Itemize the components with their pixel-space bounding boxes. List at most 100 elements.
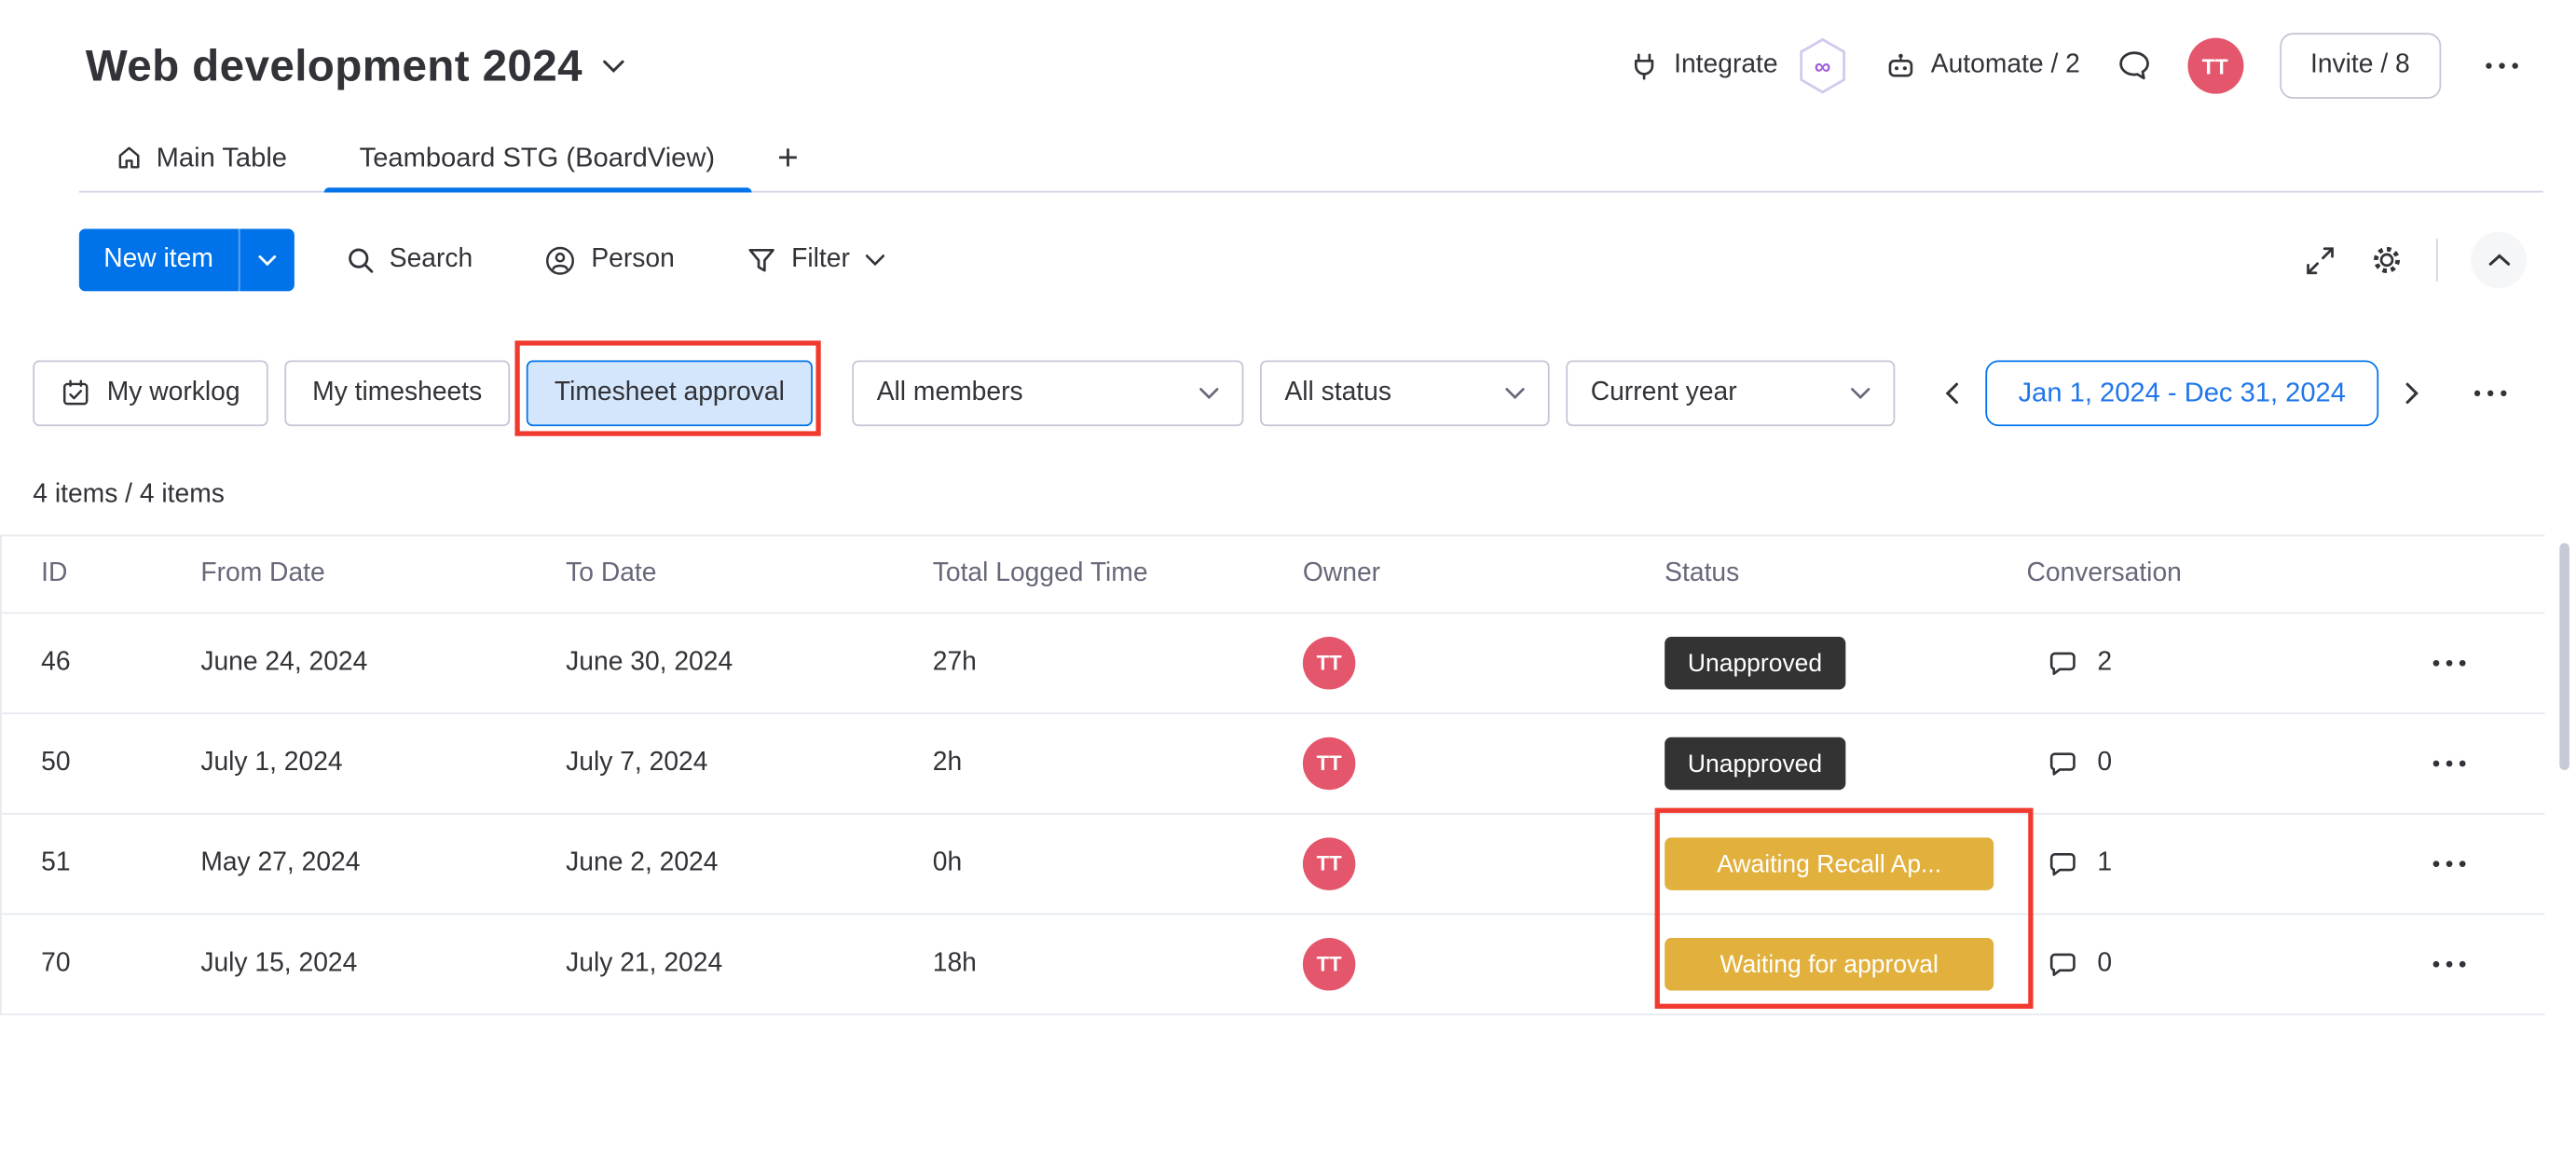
integrate-icon [1628,50,1660,82]
row-more-menu[interactable] [2405,658,2544,668]
tab-main-table-label: Main Table [156,142,287,172]
new-item-dropdown[interactable] [238,228,295,292]
row-more-menu[interactable] [2405,859,2544,869]
row-more-menu[interactable] [2405,959,2544,970]
cell-to-date: June 2, 2024 [566,848,719,877]
filter-button[interactable]: Filter [726,232,906,288]
header-more-menu[interactable] [2477,54,2527,77]
column-header-to-date[interactable]: To Date [566,559,933,589]
filter-label: Filter [791,244,850,273]
cell-from-date: July 1, 2024 [200,749,343,778]
column-header-total-logged-time[interactable]: Total Logged Time [933,559,1303,589]
status-dropdown[interactable]: All status [1259,360,1550,427]
cell-id: 70 [41,949,71,978]
my-worklog-label: My worklog [106,378,240,406]
table-header-row: ID From Date To Date Total Logged Time O… [1,536,2545,614]
conversation-bubble-icon[interactable] [2048,750,2077,778]
items-count: 4 items / 4 items [33,480,225,509]
members-dropdown-value: All members [876,378,1023,406]
owner-avatar[interactable]: TT [1302,837,1356,890]
chevron-down-icon [1851,388,1870,400]
new-item-button[interactable]: New item [78,228,295,292]
cell-to-date: July 7, 2024 [566,749,708,778]
invite-button[interactable]: Invite / 8 [2279,33,2442,99]
cell-total-logged: 18h [932,949,977,978]
cell-id: 46 [41,648,71,677]
table-row[interactable]: 50 July 1, 2024 July 7, 2024 2h TT Unapp… [1,714,2545,815]
timesheet-approval-button[interactable]: Timesheet approval [526,360,813,427]
table-row[interactable]: 70 July 15, 2024 July 21, 2024 18h TT Wa… [1,915,2545,1016]
cell-from-date: May 27, 2024 [200,848,361,877]
cell-id: 51 [41,848,71,877]
search-icon [345,245,375,275]
board-title-chevron-icon[interactable] [602,59,625,74]
table-row[interactable]: 46 June 24, 2024 June 30, 2024 27h TT Un… [1,613,2545,715]
integrate-button[interactable]: Integrate ∞ [1628,36,1849,96]
calendar-check-icon [61,379,90,408]
column-header-id[interactable]: ID [2,559,201,589]
owner-avatar[interactable]: TT [1302,737,1356,791]
gear-icon[interactable] [2370,243,2403,276]
vertical-scrollbar[interactable] [2559,543,2569,771]
search-label: Search [389,244,473,273]
column-header-from-date[interactable]: From Date [200,559,566,589]
conversation-bubble-icon[interactable] [2048,950,2077,978]
board-tabs: Main Table Teamboard STG (BoardView) + [78,125,2543,193]
members-dropdown[interactable]: All members [852,360,1244,427]
my-timesheets-button[interactable]: My timesheets [284,360,511,427]
toolbar-divider [2435,238,2438,282]
cell-to-date: June 30, 2024 [566,648,733,677]
collapse-toolbar-button[interactable] [2471,231,2528,288]
board-header: Web development 2024 Integrate ∞ Automat… [0,0,2576,99]
filter-more-menu[interactable] [2466,381,2515,405]
table-row[interactable]: 51 May 27, 2024 June 2, 2024 0h TT Await… [1,815,2545,916]
integrate-label: Integrate [1674,50,1778,79]
automate-button[interactable]: Automate / 2 [1884,51,2080,81]
person-icon [545,244,577,276]
chat-icon[interactable] [2117,49,2151,82]
conversation-count: 1 [2097,848,2113,877]
new-item-label[interactable]: New item [78,228,239,292]
row-more-menu[interactable] [2405,759,2544,769]
svg-text:∞: ∞ [1814,54,1830,79]
column-header-status[interactable]: Status [1665,559,2026,589]
tab-teamboard-stg[interactable]: Teamboard STG (BoardView) [322,125,752,193]
column-header-owner[interactable]: Owner [1303,559,1665,589]
board-title[interactable]: Web development 2024 [86,40,582,91]
cell-from-date: July 15, 2024 [200,949,358,978]
period-dropdown[interactable]: Current year [1566,360,1896,427]
next-period-button[interactable] [2395,372,2430,415]
tab-teamboard-stg-label: Teamboard STG (BoardView) [359,142,716,172]
board-toolbar: New item Search Person Filter [78,227,2528,294]
conversation-bubble-icon[interactable] [2048,850,2077,878]
timesheet-approval-label: Timesheet approval [554,378,785,406]
period-dropdown-value: Current year [1590,378,1737,406]
conversation-bubble-icon[interactable] [2048,649,2077,677]
date-range-button[interactable]: Jan 1, 2024 - Dec 31, 2024 [1985,360,2379,427]
status-badge[interactable]: Unapproved [1665,637,1845,690]
tab-main-table[interactable]: Main Table [79,125,323,191]
status-badge[interactable]: Awaiting Recall Ap... [1665,837,1994,890]
previous-period-button[interactable] [1935,372,1969,415]
add-view-button[interactable]: + [751,125,825,191]
conversation-count: 0 [2097,949,2113,978]
cell-total-logged: 0h [932,848,963,877]
fullscreen-icon[interactable] [2303,242,2337,277]
cell-from-date: June 24, 2024 [200,648,368,677]
status-badge[interactable]: Waiting for approval [1665,938,1994,991]
timesheet-filter-bar: My worklog My timesheets Timesheet appro… [33,360,2542,427]
chevron-down-icon [1199,388,1219,400]
status-badge[interactable]: Unapproved [1665,737,1845,791]
automate-label: Automate / 2 [1930,50,2080,79]
chevron-down-icon [1505,388,1525,400]
column-header-conversation[interactable]: Conversation [2026,559,2405,589]
owner-avatar[interactable]: TT [1302,938,1356,991]
timesheet-table: ID From Date To Date Total Logged Time O… [0,534,2545,1016]
my-worklog-button[interactable]: My worklog [33,360,268,427]
search-button[interactable]: Search [323,232,494,288]
person-filter-button[interactable]: Person [524,231,696,289]
conversation-count: 2 [2097,648,2113,677]
owner-avatar[interactable]: TT [1302,637,1356,690]
automate-robot-icon [1884,52,1916,80]
avatar[interactable]: TT [2186,37,2243,94]
